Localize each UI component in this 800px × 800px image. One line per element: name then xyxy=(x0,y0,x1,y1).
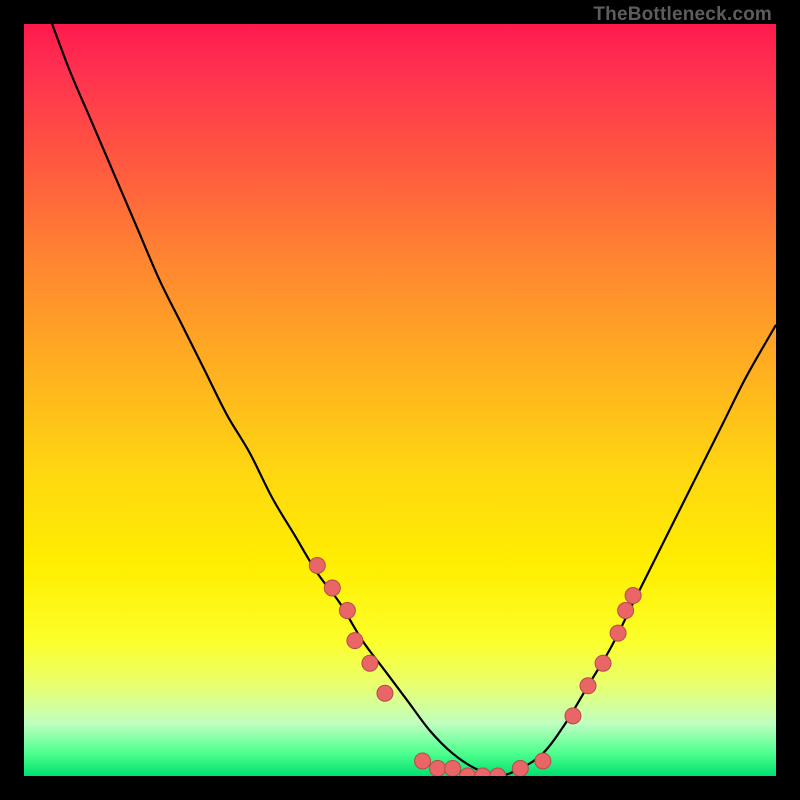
data-point xyxy=(377,685,393,701)
data-point xyxy=(595,655,611,671)
data-point xyxy=(475,768,491,776)
data-point xyxy=(618,603,634,619)
outer-frame: TheBottleneck.com xyxy=(0,0,800,800)
data-point xyxy=(625,588,641,604)
data-point xyxy=(512,760,528,776)
data-point xyxy=(460,768,476,776)
data-point xyxy=(362,655,378,671)
data-point xyxy=(430,760,446,776)
data-point xyxy=(580,678,596,694)
data-point xyxy=(610,625,626,641)
data-point xyxy=(490,768,506,776)
data-point xyxy=(565,708,581,724)
data-point xyxy=(339,603,355,619)
data-point xyxy=(324,580,340,596)
data-point xyxy=(415,753,431,769)
data-point xyxy=(309,557,325,573)
points-layer xyxy=(24,24,776,776)
data-point xyxy=(347,633,363,649)
data-points-group xyxy=(309,557,641,776)
watermark-text: TheBottleneck.com xyxy=(593,4,772,26)
data-point xyxy=(445,760,461,776)
data-point xyxy=(535,753,551,769)
